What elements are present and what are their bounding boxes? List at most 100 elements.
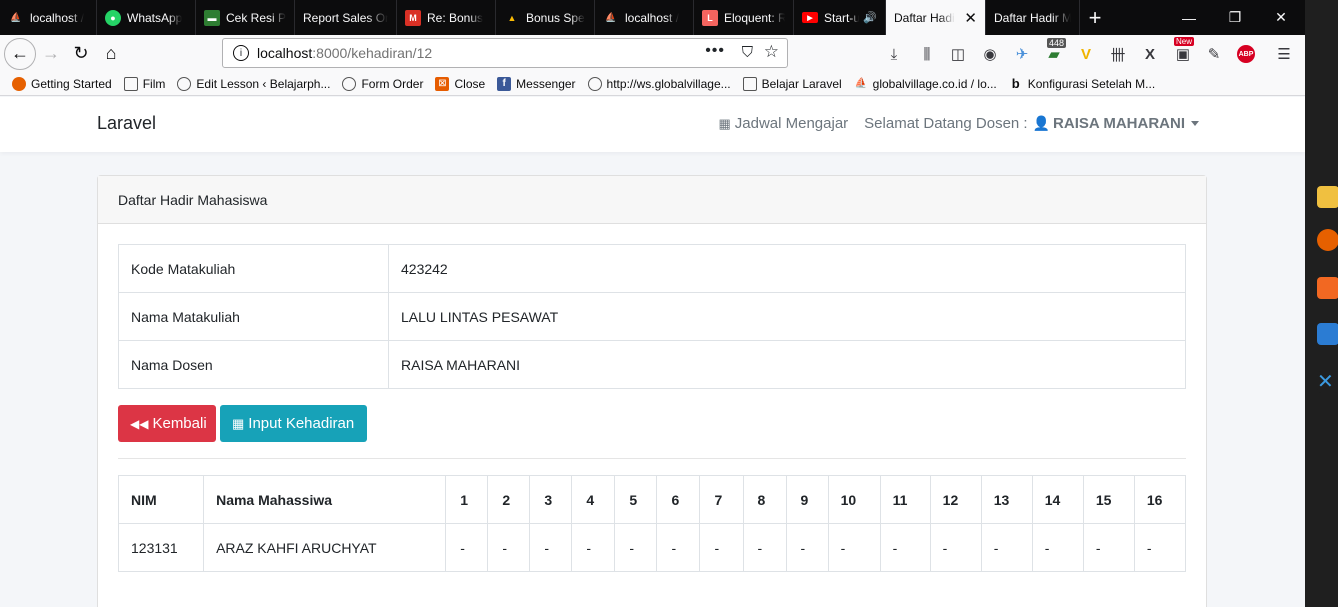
- info-icon[interactable]: i: [233, 45, 249, 61]
- user-icon: 👤: [1032, 115, 1051, 131]
- bookmark-form-order[interactable]: Form Order: [342, 76, 423, 91]
- bookmark-globalvillage-pma[interactable]: ⛵ globalvillage.co.id / lo...: [854, 77, 996, 91]
- calendar-icon: ▦: [718, 115, 731, 131]
- tab-label: Re: Bonus: [427, 10, 484, 25]
- new-tab-button[interactable]: +: [1080, 0, 1110, 35]
- tab-label: Daftar Hadir M: [994, 10, 1071, 25]
- google-drive-icon: ▲: [507, 12, 517, 23]
- attendance-cell: -: [1133, 523, 1187, 572]
- bookmark-star-icon[interactable]: ☆: [764, 42, 779, 62]
- pocket-icon[interactable]: ⛉: [742, 44, 753, 61]
- adblock-icon[interactable]: ABP: [1235, 43, 1257, 65]
- reload-icon: ↻: [73, 43, 89, 63]
- firefox-app-icon[interactable]: [1317, 229, 1338, 251]
- course-info-table: Kode Matakuliah 423242 Nama Matakuliah L…: [118, 244, 1186, 389]
- attendance-cell: -: [614, 523, 658, 572]
- user-dropdown[interactable]: 👤 RAISA MAHARANI: [1033, 115, 1199, 132]
- tab-daftar-hadir-m[interactable]: Daftar Hadir M: [986, 0, 1080, 35]
- tab-localhost-phpmyadmin[interactable]: ⛵ localhost /: [0, 0, 97, 35]
- url-host: localhost: [257, 45, 313, 61]
- tab-whatsapp[interactable]: ● WhatsApp: [97, 0, 196, 35]
- tab-google-drive[interactable]: ▲ Bonus Spe: [496, 0, 595, 35]
- eyedropper-icon[interactable]: ✎: [1203, 43, 1225, 65]
- phpmyadmin-icon: ⛵: [854, 78, 867, 89]
- info-value: 423242: [388, 244, 1186, 293]
- reload-button[interactable]: ↻: [66, 39, 96, 69]
- arrow-left-icon: ←: [11, 43, 29, 63]
- tab-label: localhost /: [30, 10, 85, 25]
- bitnami-icon: b: [1011, 76, 1020, 91]
- bookmark-konfigurasi[interactable]: b Konfigurasi Setelah M...: [1009, 76, 1155, 91]
- forward-button[interactable]: →: [36, 39, 66, 69]
- bookmark-globalvillage-ws[interactable]: http://ws.globalvillage...: [587, 76, 731, 91]
- phpmyadmin-icon: ⛵: [10, 12, 22, 22]
- library-icon[interactable]: ⫼: [916, 43, 938, 65]
- brand-link[interactable]: Laravel: [97, 113, 156, 134]
- xampp-app-icon[interactable]: [1317, 277, 1338, 299]
- home-button[interactable]: ⌂: [96, 39, 126, 69]
- bookmark-close[interactable]: ⊠ Close: [435, 76, 486, 91]
- extension-v-icon[interactable]: V: [1075, 43, 1097, 65]
- page-actions-icon[interactable]: •••: [705, 42, 725, 60]
- back-button-kembali[interactable]: ◀◀ Kembali: [118, 405, 216, 442]
- student-name-cell: ARAZ KAHFI ARUCHYAT: [203, 523, 447, 572]
- tab-cek-resi[interactable]: ▬ Cek Resi P: [196, 0, 295, 35]
- download-icon[interactable]: ⤓: [883, 43, 905, 65]
- bookmark-messenger[interactable]: f Messenger: [497, 76, 576, 91]
- column-header: 2: [487, 475, 531, 524]
- bookmark-film[interactable]: Film: [123, 76, 165, 91]
- gmail-icon: M: [405, 9, 421, 26]
- info-value: RAISA MAHARANI: [388, 340, 1186, 389]
- sidebar-icon[interactable]: ◫: [947, 43, 969, 65]
- whatsapp-icon: ●: [105, 9, 121, 26]
- card-title: Daftar Hadir Mahasiswa: [98, 176, 1206, 224]
- input-label: Input Kehadiran: [248, 415, 355, 432]
- column-header: 9: [785, 475, 829, 524]
- bookmark-label: Close: [454, 76, 486, 91]
- close-window-button[interactable]: ✕: [1258, 0, 1304, 35]
- column-header: 11: [879, 475, 931, 524]
- tab-localhost-phpmyadmin-2[interactable]: ⛵ localhost /: [595, 0, 694, 35]
- tab-label: localhost /: [625, 10, 680, 25]
- extension-plane-icon[interactable]: ✈: [1011, 43, 1033, 65]
- info-value: LALU LINTAS PESAWAT: [388, 292, 1186, 341]
- column-header: NIM: [117, 475, 205, 524]
- url-bar[interactable]: i localhost:8000/kehadiran/12 ••• ⛉ ☆: [222, 38, 788, 68]
- facebook-icon: f: [497, 76, 512, 91]
- tab-daftar-hadir-active[interactable]: Daftar Hadi ✕: [886, 0, 986, 35]
- tab-youtube-startup[interactable]: ▶ Start-up 🔊: [794, 0, 886, 35]
- info-label: Nama Dosen: [118, 340, 389, 389]
- input-attendance-button[interactable]: ▦ Input Kehadiran: [220, 405, 367, 442]
- globe-icon: [587, 76, 602, 91]
- bookmark-getting-started[interactable]: Getting Started: [12, 76, 112, 91]
- schedule-link[interactable]: Jadwal Mengajar: [735, 115, 848, 132]
- attendance-cell: -: [879, 523, 931, 572]
- vscode-app-icon[interactable]: ✕: [1317, 371, 1338, 393]
- extension-x-icon[interactable]: X: [1139, 43, 1161, 65]
- close-icon[interactable]: ✕: [960, 9, 977, 27]
- close-app-icon: ⊠: [435, 76, 450, 91]
- extension-bars-icon[interactable]: 卌: [1107, 43, 1129, 65]
- column-header: 10: [827, 475, 881, 524]
- tab-label: Bonus Spe: [526, 10, 585, 25]
- tab-report-sales[interactable]: Report Sales Or: [295, 0, 397, 35]
- attendance-table: NIM Nama Mahassiwa 1 2 3 4 5 6 7 8 9 10 …: [117, 475, 1187, 572]
- bookmark-edit-lesson[interactable]: Edit Lesson ‹ Belajarph...: [177, 76, 331, 91]
- menu-icon[interactable]: ☰: [1273, 43, 1295, 65]
- nim-cell: 123131: [117, 523, 205, 572]
- maximize-button[interactable]: ❐: [1212, 0, 1258, 35]
- folder-app-icon[interactable]: [1317, 186, 1338, 208]
- speaker-icon[interactable]: 🔊: [863, 11, 877, 24]
- globe-icon: [177, 76, 192, 91]
- minimize-button[interactable]: —: [1166, 0, 1212, 35]
- word-app-icon[interactable]: [1317, 323, 1338, 345]
- extension-container-icon[interactable]: ◉: [979, 43, 1001, 65]
- extension-new-icon[interactable]: ▣ New: [1172, 37, 1195, 65]
- tab-eloquent[interactable]: L Eloquent: R: [694, 0, 794, 35]
- arrow-right-icon: →: [42, 43, 60, 63]
- bookmark-belajar-laravel[interactable]: Belajar Laravel: [742, 76, 842, 91]
- back-button[interactable]: ←: [4, 37, 36, 70]
- extension-chat-icon[interactable]: ▰ 448: [1043, 38, 1067, 65]
- bookmark-label: Edit Lesson ‹ Belajarph...: [196, 76, 331, 91]
- tab-gmail-bonus[interactable]: M Re: Bonus: [397, 0, 496, 35]
